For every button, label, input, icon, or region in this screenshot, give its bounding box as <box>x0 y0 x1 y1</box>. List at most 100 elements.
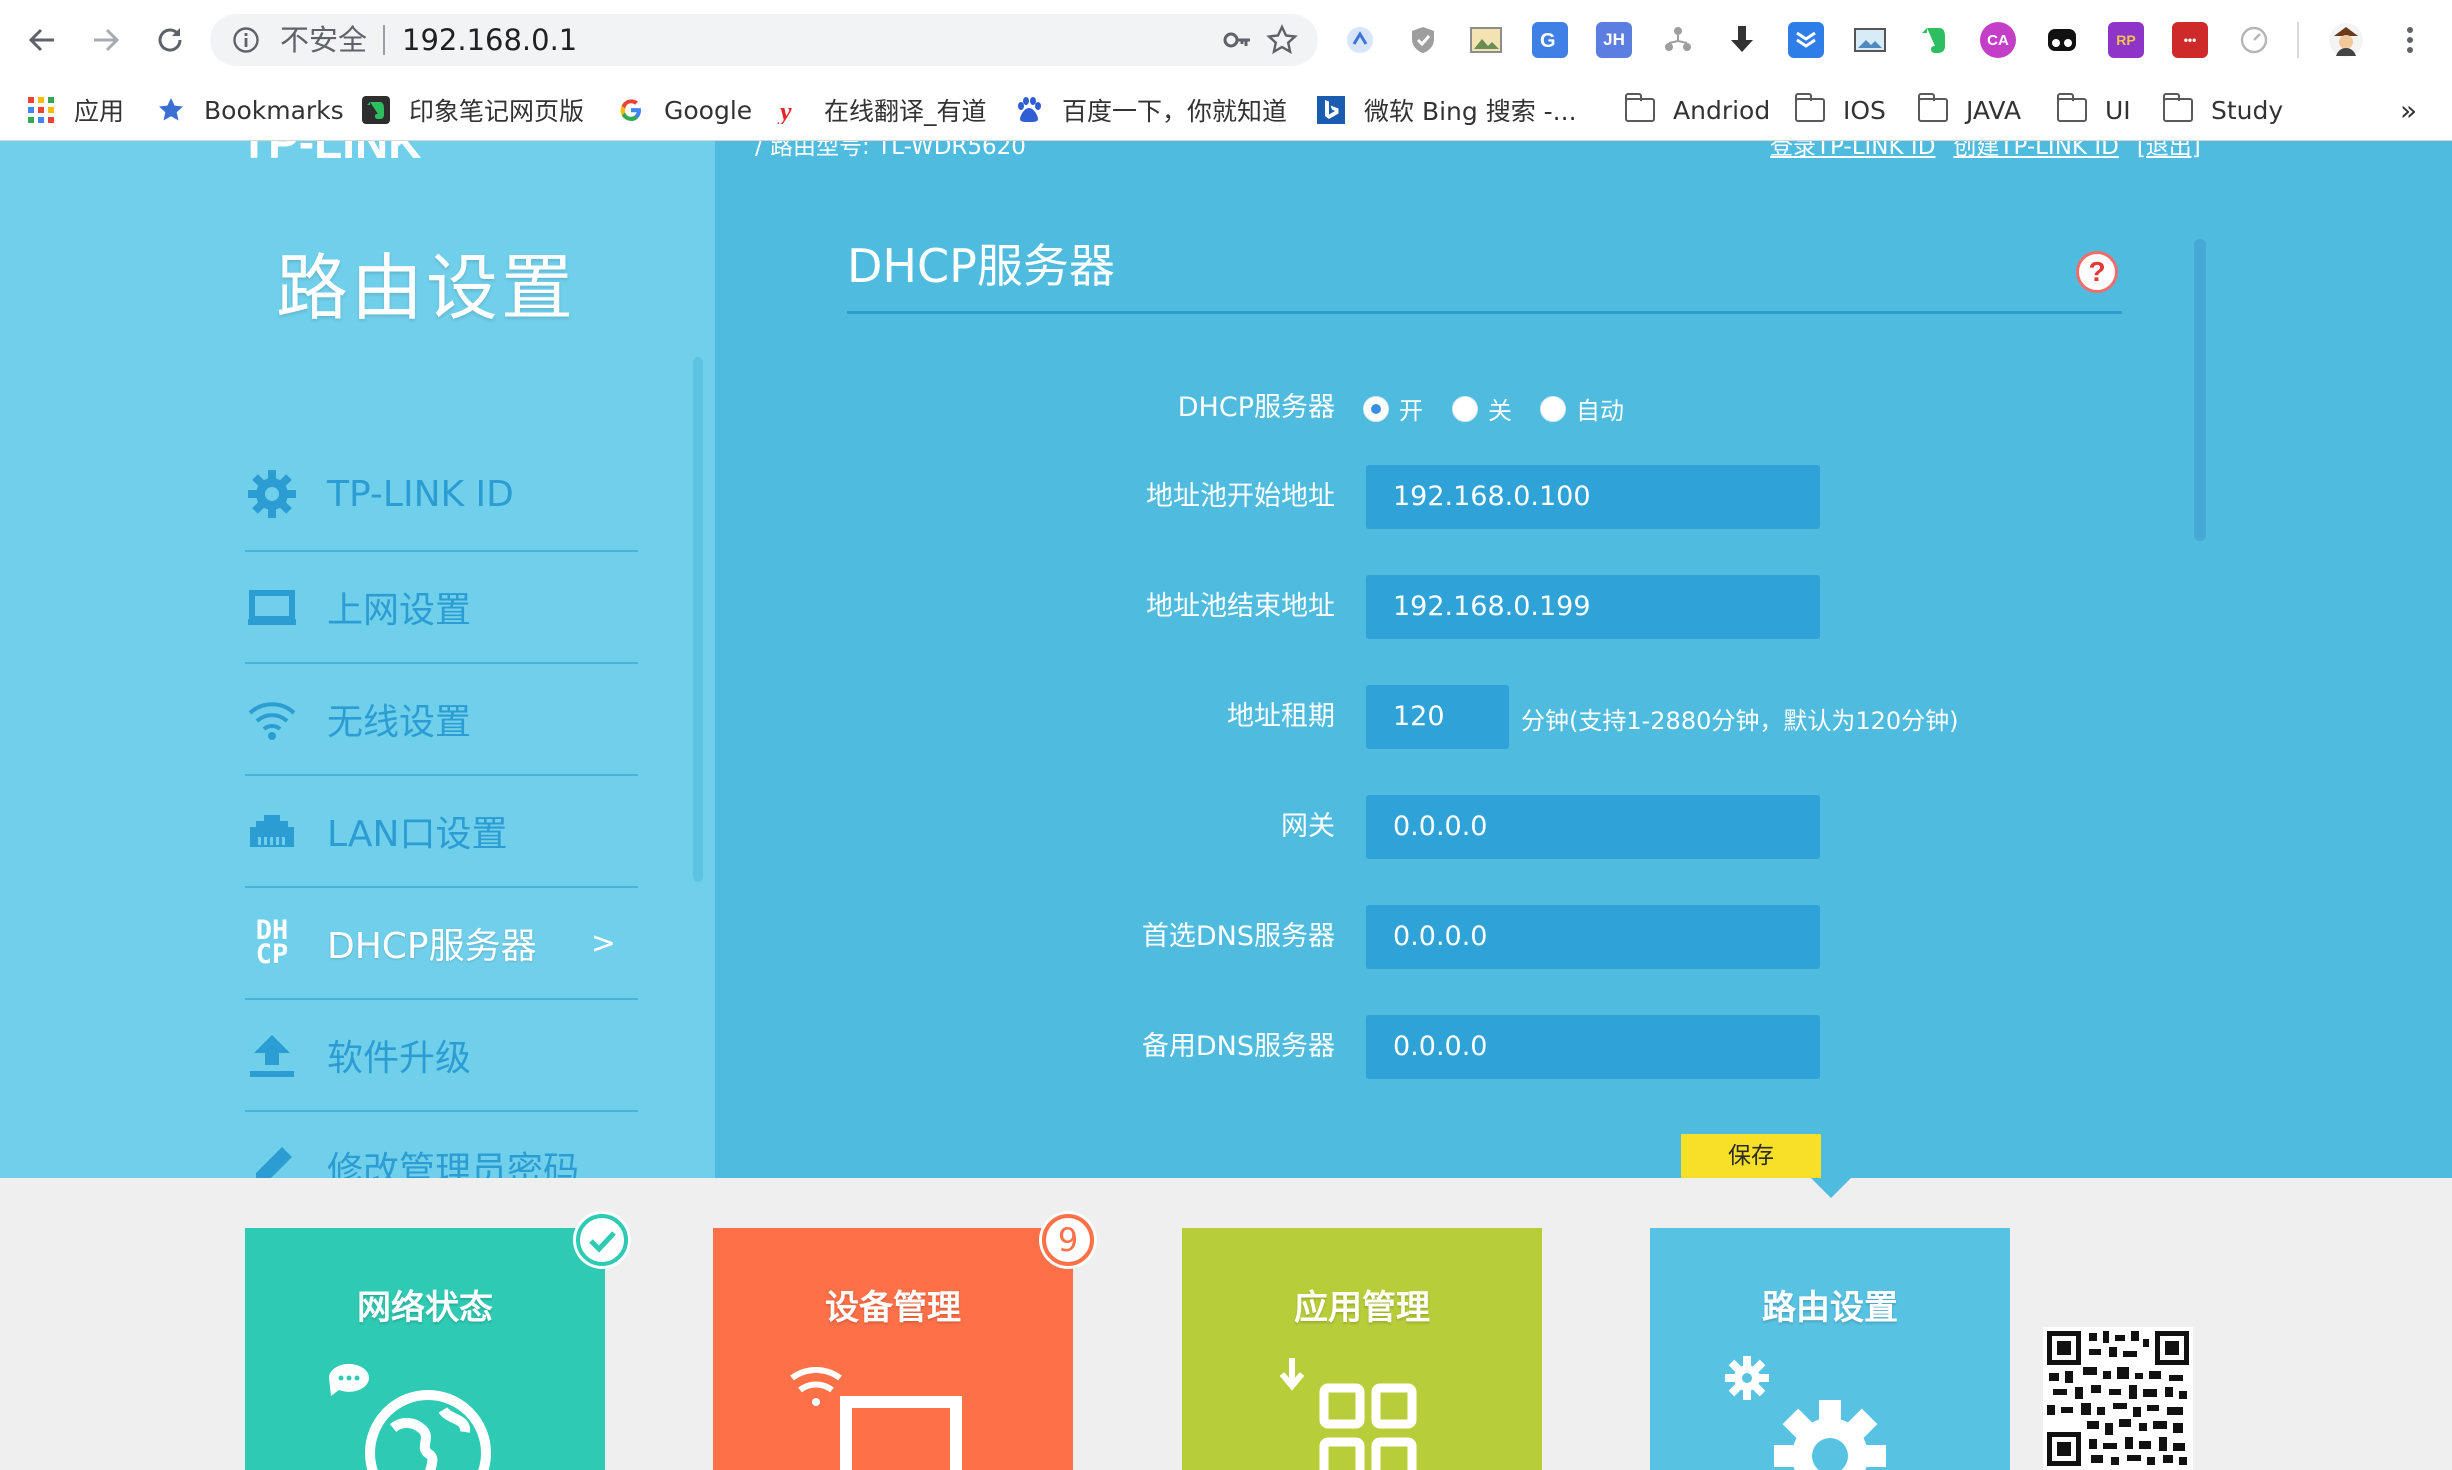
create-id-link[interactable]: 创建TP-LINK ID <box>1953 141 2118 160</box>
sidebar-item-label: 软件升级 <box>327 1038 472 1079</box>
folder-icon <box>1917 93 1948 125</box>
sidebar-item-wireless[interactable]: 无线设置 <box>245 664 638 776</box>
bookmark-folder-ui[interactable]: UI <box>2056 80 2131 140</box>
reload-button[interactable] <box>148 18 192 62</box>
image-icon[interactable] <box>1468 22 1504 58</box>
bookmark-label: 应用 <box>74 97 125 126</box>
bookmark-google[interactable]: Google <box>616 80 752 140</box>
primary-dns-input[interactable]: 0.0.0.0 <box>1366 905 1820 969</box>
forward-button[interactable] <box>84 18 128 62</box>
sidebar-item-internet[interactable]: 上网设置 <box>245 552 638 664</box>
forward-arrow-icon <box>94 28 120 52</box>
bookmark-bing[interactable]: 微软 Bing 搜索 -... <box>1316 80 1577 140</box>
star-icon <box>156 95 186 125</box>
save-pointer-arrow <box>1811 1178 1851 1198</box>
secondary-dns-input[interactable]: 0.0.0.0 <box>1366 1015 1820 1079</box>
bookmark-apps[interactable]: 应用 <box>26 80 124 140</box>
tile-device-management[interactable]: 设备管理 <box>713 1228 1073 1470</box>
mask-icon[interactable] <box>2044 22 2080 58</box>
bookmark-baidu[interactable]: 百度一下，你就知道 <box>1014 80 1287 140</box>
bookmark-folder-java[interactable]: JAVA <box>1917 80 2022 140</box>
bookmark-folder-ios[interactable]: IOS <box>1794 80 1886 140</box>
bookmark-star-icon[interactable] <box>1266 24 1298 56</box>
help-icon[interactable]: ? <box>2076 251 2118 293</box>
sidebar-item-firmware[interactable]: 软件升级 <box>245 1000 638 1112</box>
url-text[interactable]: 192.168.0.1 <box>402 22 577 58</box>
rp-icon[interactable]: RP <box>2108 22 2144 58</box>
jh-icon-text: JH <box>1603 30 1625 49</box>
dictionary-icon[interactable] <box>1342 22 1378 58</box>
brand-logo: TP-LINK <box>240 141 422 168</box>
bookmark-folder-study[interactable]: Study <box>2162 80 2283 140</box>
menu-icon[interactable] <box>2392 22 2428 58</box>
radio-on[interactable]: 开 <box>1363 391 1423 426</box>
evernote-icon[interactable] <box>1916 22 1952 58</box>
content-scrollbar[interactable] <box>2194 239 2206 541</box>
radio-off[interactable]: 关 <box>1452 391 1512 426</box>
back-arrow-icon <box>28 28 54 52</box>
address-bar[interactable]: 不安全 192.168.0.1 <box>210 14 1318 66</box>
bookmark-evernote[interactable]: 印象笔记网页版 <box>361 80 584 140</box>
ca-icon[interactable]: CA <box>1980 22 2016 58</box>
bookmark-label: Bookmarks <box>204 95 344 125</box>
translate-icon[interactable]: G <box>1532 22 1568 58</box>
svg-text:y: y <box>777 97 792 124</box>
inbox-icon[interactable] <box>1788 22 1824 58</box>
globe-chat-icon <box>328 1363 491 1470</box>
radio-selected-icon <box>1363 395 1389 422</box>
avatar-icon[interactable] <box>2328 22 2364 58</box>
bookmark-youdao[interactable]: y 在线翻译_有道 <box>776 80 987 140</box>
logout-link[interactable]: [退出] <box>2137 141 2201 160</box>
lastpass-icon[interactable]: ••• <box>2172 22 2208 58</box>
folder-icon <box>2162 93 2193 125</box>
tile-router-settings[interactable]: 路由设置 <box>1650 1228 2010 1470</box>
status-ok-badge <box>573 1211 631 1269</box>
pool-start-label: 地址池开始地址 <box>1146 481 1335 512</box>
radio-label: 关 <box>1488 397 1512 425</box>
sidebar-scrollbar[interactable] <box>693 357 703 882</box>
gateway-input[interactable]: 0.0.0.0 <box>1366 795 1820 859</box>
sidebar: TP-LINK 路由设置 TP-LINK ID 上网设置 无线设置 LAN口设置… <box>0 141 715 1224</box>
router-model: / 路由型号: TL-WDR5620 <box>755 141 1026 160</box>
tile-app-management[interactable]: 应用管理 <box>1182 1228 1542 1470</box>
bookmarks-overflow-button[interactable]: » <box>2400 80 2417 140</box>
svg-text:G: G <box>1540 30 1556 52</box>
upload-icon <box>245 1028 299 1082</box>
router-admin-page: TP-LINK 路由设置 TP-LINK ID 上网设置 无线设置 LAN口设置… <box>0 141 2452 1470</box>
bookmark-label: JAVA <box>1966 95 2022 125</box>
info-icon[interactable] <box>232 26 260 54</box>
lease-time-input[interactable]: 120 <box>1366 685 1509 749</box>
screenshot-icon[interactable] <box>1852 22 1888 58</box>
lease-time-hint: 分钟(支持1-2880分钟，默认为120分钟) <box>1521 707 1959 735</box>
network-icon[interactable] <box>1660 22 1696 58</box>
rp-icon-text: RP <box>2116 32 2136 48</box>
sidebar-item-dhcp[interactable]: DH CP DHCP服务器 > <box>245 888 638 1000</box>
download-icon[interactable] <box>1724 22 1760 58</box>
primary-dns-label: 首选DNS服务器 <box>1141 921 1335 952</box>
sidebar-item-tp-link-id[interactable]: TP-LINK ID <box>245 438 638 552</box>
shield-icon[interactable] <box>1405 22 1441 58</box>
device-count: 9 <box>1057 1221 1079 1259</box>
back-button[interactable] <box>20 18 64 62</box>
save-button[interactable]: 保存 <box>1681 1134 1821 1178</box>
tile-label: 设备管理 <box>825 1288 961 1328</box>
sidebar-item-lan[interactable]: LAN口设置 <box>245 776 638 888</box>
device-count-badge: 9 <box>1039 1211 1097 1269</box>
evernote-icon <box>361 95 391 125</box>
jh-icon[interactable]: JH <box>1596 22 1632 58</box>
sidebar-title: 路由设置 <box>276 246 577 330</box>
bookmark-folder-andriod[interactable]: Andriod <box>1624 80 1770 140</box>
google-icon <box>616 95 646 125</box>
tile-network-status[interactable]: 网络状态 <box>245 1228 605 1470</box>
folder-icon <box>1624 93 1655 125</box>
toolbar-divider <box>2297 22 2299 58</box>
pool-end-label: 地址池结束地址 <box>1146 591 1335 622</box>
bookmark-bookmarks[interactable]: Bookmarks <box>156 80 344 140</box>
pool-start-input[interactable]: 192.168.0.100 <box>1366 465 1820 529</box>
tile-label: 路由设置 <box>1762 1288 1898 1328</box>
pool-end-input[interactable]: 192.168.0.199 <box>1366 575 1820 639</box>
login-link[interactable]: 登录TP-LINK ID <box>1770 141 1935 160</box>
speed-icon[interactable] <box>2236 22 2272 58</box>
radio-auto[interactable]: 自动 <box>1540 391 1624 426</box>
key-icon[interactable] <box>1222 26 1252 54</box>
